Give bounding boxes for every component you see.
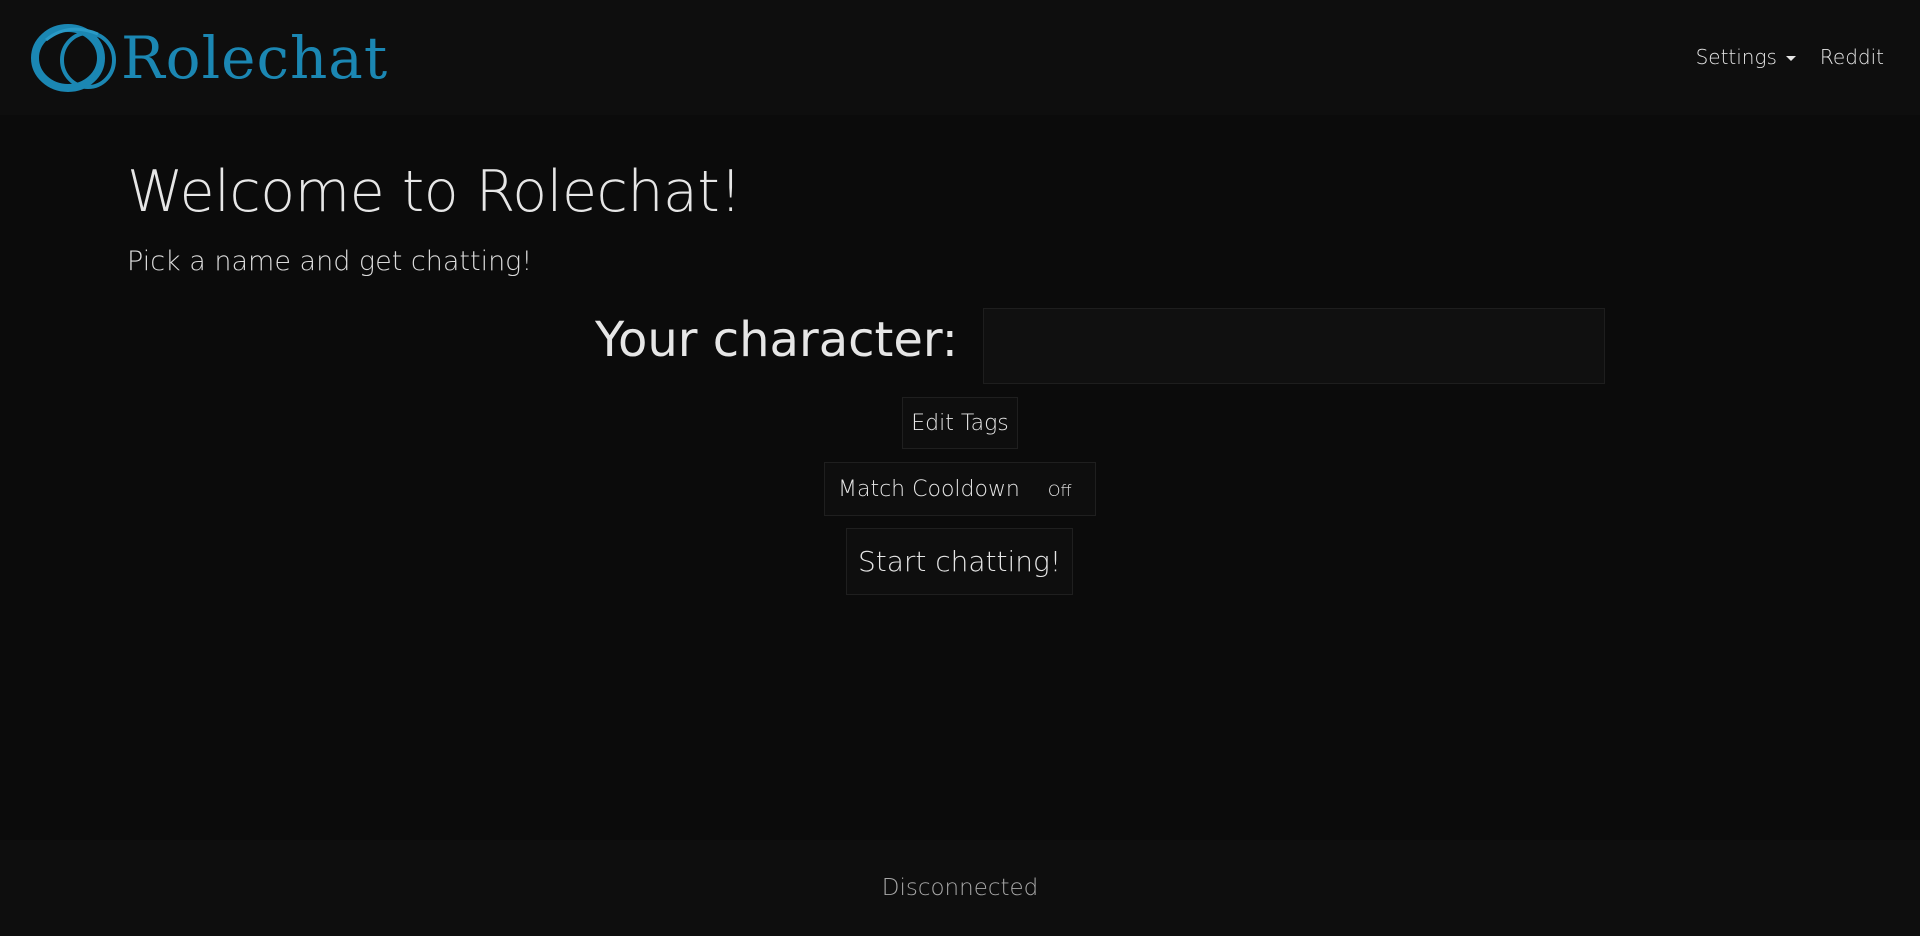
reddit-link[interactable]: Reddit — [1820, 45, 1884, 69]
caret-down-icon — [1785, 55, 1796, 61]
page-title: Welcome to Rolechat! — [127, 159, 742, 225]
match-cooldown-label: Match Cooldown — [838, 476, 1020, 502]
navbar: Rolechat Settings Reddit — [0, 0, 1920, 115]
rolechat-logo-icon — [31, 24, 116, 92]
edit-tags-button[interactable]: Edit Tags — [902, 397, 1018, 449]
footer: Disconnected — [0, 840, 1920, 936]
match-cooldown-state: Off — [1047, 480, 1072, 500]
start-chatting-button[interactable]: Start chatting! — [846, 528, 1073, 595]
settings-dropdown[interactable]: Settings — [1696, 45, 1796, 69]
connection-status: Disconnected — [881, 875, 1039, 901]
brand-name: Rolechat — [121, 23, 389, 92]
page-subtitle: Pick a name and get chatting! — [127, 246, 533, 277]
nav-right: Settings Reddit — [1696, 45, 1884, 69]
match-cooldown-toggle[interactable]: Match Cooldown Off — [824, 462, 1096, 516]
character-name-input[interactable] — [983, 308, 1605, 384]
character-label: Your character: — [595, 312, 958, 368]
brand-link[interactable]: Rolechat — [28, 20, 388, 95]
settings-label: Settings — [1695, 45, 1777, 69]
